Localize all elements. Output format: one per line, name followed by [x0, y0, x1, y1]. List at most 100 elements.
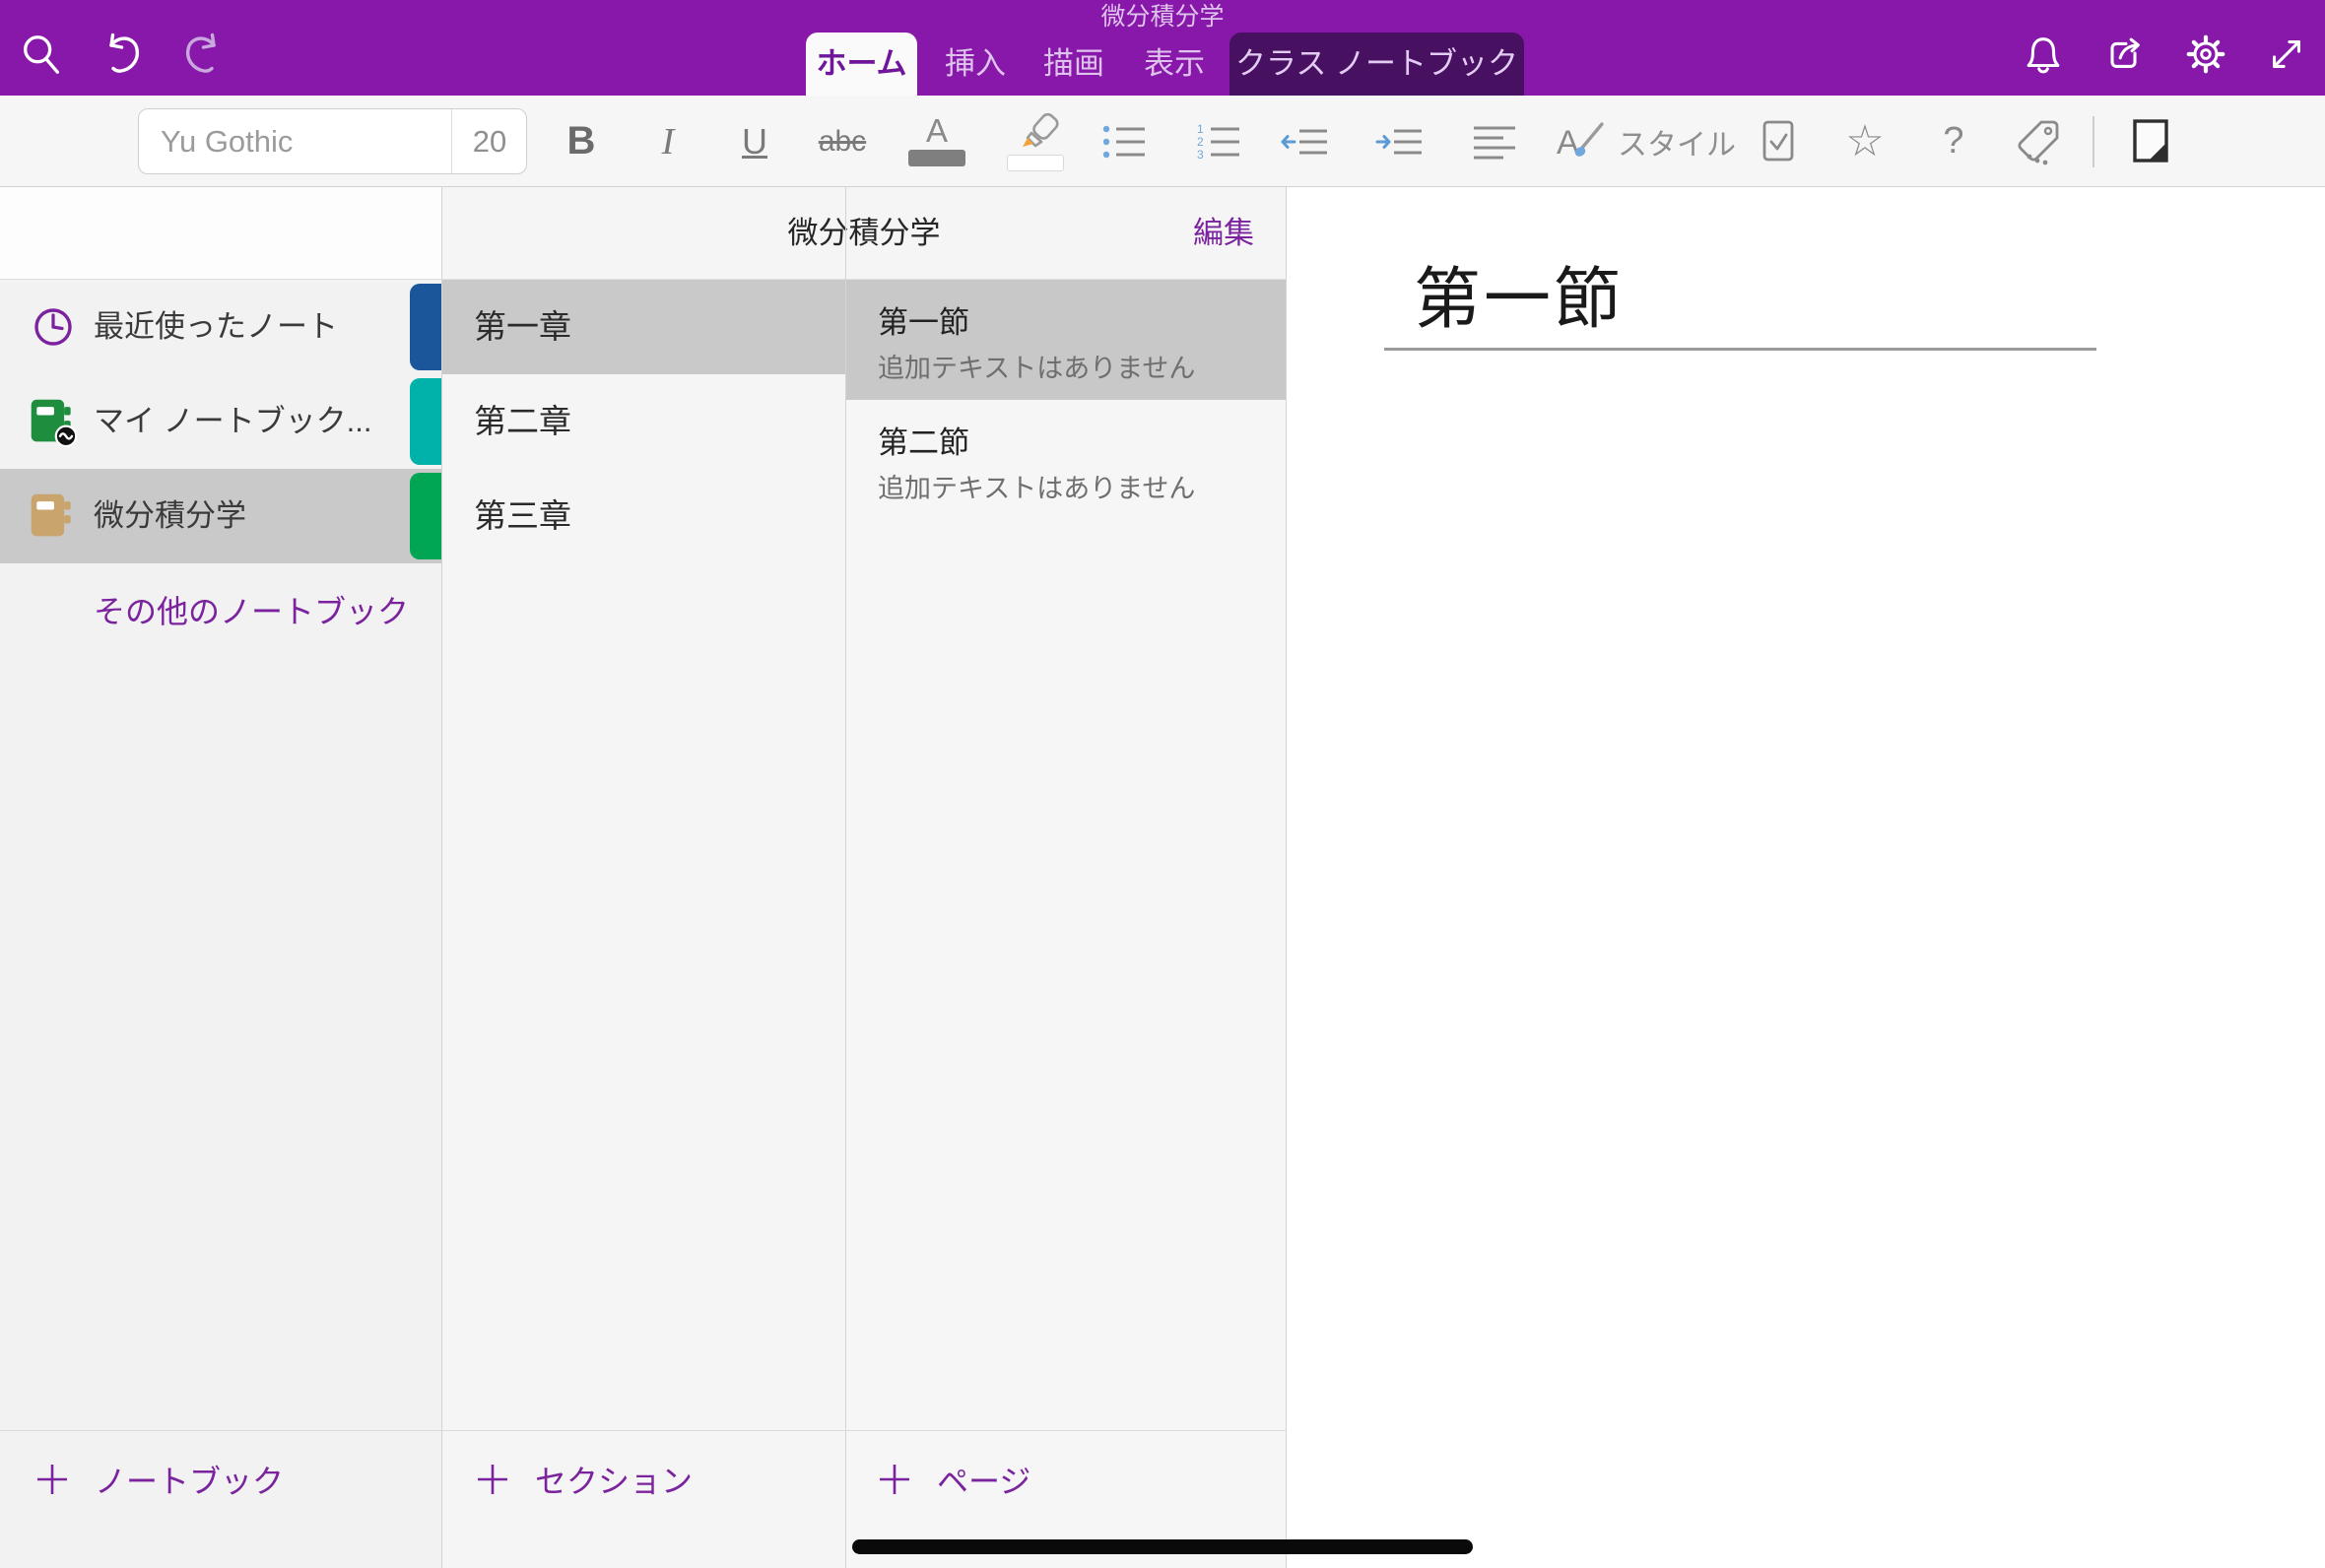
font-color-button[interactable]: A — [902, 96, 971, 187]
svg-text:1: 1 — [1197, 122, 1204, 136]
tab-insert[interactable]: 挿入 — [926, 33, 1025, 96]
page-item-section2[interactable]: 第二節 追加テキストはありません — [846, 400, 1286, 520]
undo-button[interactable] — [99, 31, 146, 78]
page-editor-canvas[interactable]: 第一節 — [1287, 187, 2325, 1568]
sidebar-item-label: マイ ノートブック... — [94, 374, 371, 469]
outdent-icon — [1280, 120, 1331, 163]
home-indicator[interactable] — [852, 1539, 1473, 1554]
add-page-button[interactable]: ページ — [878, 1432, 1030, 1527]
expand-icon — [2264, 32, 2309, 77]
bold-icon: B — [567, 119, 596, 163]
section-label: 第一章 — [474, 280, 571, 374]
sidebar-item-my-notebook[interactable]: マイ ノートブック... — [0, 374, 441, 469]
section-item-chapter2[interactable]: 第二章 — [442, 374, 845, 469]
help-button[interactable]: ? — [1921, 96, 1986, 187]
styles-icon: A — [1553, 118, 1608, 165]
svg-text:A: A — [1557, 124, 1579, 162]
formatting-toolbar: Yu Gothic 20 B I U abc A 123 — [0, 96, 2325, 187]
section-item-chapter3[interactable]: 第三章 — [442, 469, 845, 563]
section-label: 第二章 — [474, 374, 571, 469]
add-notebook-label: ノートブック — [95, 1457, 284, 1502]
document-title: 微分積分学 — [0, 2, 2325, 32]
font-name-value[interactable]: Yu Gothic — [161, 109, 293, 173]
search-button[interactable] — [18, 31, 65, 78]
sidebar-bottom-divider — [0, 1430, 441, 1431]
italic-button[interactable]: I — [638, 96, 698, 187]
styles-label: スタイル — [1618, 120, 1736, 163]
styles-button[interactable]: A スタイル — [1553, 96, 1740, 187]
highlight-button[interactable] — [1001, 96, 1070, 187]
redo-icon — [179, 31, 227, 78]
bold-button[interactable]: B — [552, 96, 611, 187]
plus-icon — [35, 1463, 69, 1496]
favorite-button[interactable]: ☆ — [1832, 96, 1897, 187]
font-size-value[interactable]: 20 — [452, 109, 527, 173]
outdent-button[interactable] — [1273, 96, 1338, 187]
notebook-header: 微分積分学 編集 — [442, 187, 1286, 280]
page-title-label: 第二節 — [878, 418, 969, 462]
add-page-label: ページ — [937, 1457, 1030, 1502]
svg-text:3: 3 — [1197, 148, 1204, 162]
bullet-list-icon — [1099, 120, 1149, 163]
notebook-color-tab — [410, 473, 441, 559]
more-notebooks-link[interactable]: その他のノートブック — [94, 587, 409, 632]
note-corner-icon — [2129, 116, 2172, 167]
align-icon — [1470, 120, 1519, 163]
gear-icon — [2183, 32, 2228, 77]
clock-icon — [28, 301, 79, 353]
section-label: 第三章 — [474, 469, 571, 563]
plus-icon — [476, 1463, 509, 1496]
add-section-button[interactable]: セクション — [476, 1432, 693, 1527]
note-container-button[interactable] — [2118, 96, 2183, 187]
help-icon: ? — [1943, 120, 1963, 163]
todo-checkbox-button[interactable] — [1746, 96, 1811, 187]
font-picker[interactable]: Yu Gothic 20 — [138, 108, 527, 174]
notebook-icon — [28, 490, 79, 542]
pages-panel: 第一節 追加テキストはありません 第二節 追加テキストはありません ページ — [846, 280, 1286, 1568]
panel-divider — [845, 187, 846, 1568]
sidebar-item-calculus[interactable]: 微分積分学 — [0, 469, 441, 563]
notebook-color-tab — [410, 284, 441, 370]
settings-button[interactable] — [2182, 31, 2229, 78]
fullscreen-button[interactable] — [2263, 31, 2310, 78]
pages-bottom-divider — [846, 1430, 1286, 1431]
share-button[interactable] — [2100, 31, 2148, 78]
tab-view[interactable]: 表示 — [1125, 33, 1224, 96]
sidebar-item-recent-notes[interactable]: 最近使ったノート — [0, 280, 441, 374]
onenote-app-window: 微分積分学 ホーム 挿入 描画 表示 クラス ノートブック Yu Gothic … — [0, 0, 2325, 1568]
redo-button[interactable] — [179, 31, 227, 78]
numbered-list-button[interactable]: 123 — [1186, 96, 1251, 187]
numbered-list-icon: 123 — [1194, 120, 1243, 163]
indent-button[interactable] — [1367, 96, 1432, 187]
strikethrough-icon: abc — [819, 125, 866, 159]
editor-page-title[interactable]: 第一節 — [1414, 244, 1624, 342]
alignment-button[interactable] — [1462, 96, 1527, 187]
underline-button[interactable]: U — [725, 96, 784, 187]
share-icon — [2101, 32, 2147, 77]
sidebar-item-label: 最近使ったノート — [94, 280, 338, 374]
highlighter-icon — [1007, 111, 1064, 171]
italic-icon: I — [662, 120, 675, 163]
edit-button[interactable]: 編集 — [1193, 187, 1254, 280]
underline-icon: U — [742, 121, 767, 163]
page-item-section1[interactable]: 第一節 追加テキストはありません — [846, 280, 1286, 400]
bullet-list-button[interactable] — [1092, 96, 1157, 187]
section-item-chapter1[interactable]: 第一章 — [442, 280, 845, 374]
sidebar-item-label: 微分積分学 — [94, 469, 246, 563]
sections-panel: 第一章 第二章 第三章 セクション — [442, 280, 845, 1568]
tab-draw[interactable]: 描画 — [1025, 33, 1123, 96]
add-notebook-button[interactable]: ノートブック — [35, 1432, 284, 1527]
bell-icon — [2021, 32, 2066, 77]
add-section-label: セクション — [535, 1457, 693, 1502]
undo-icon — [99, 31, 146, 78]
tag-icon — [2014, 117, 2063, 166]
notebook-sync-icon — [28, 396, 79, 447]
notifications-button[interactable] — [2020, 31, 2067, 78]
tab-home[interactable]: ホーム — [806, 33, 917, 96]
tag-button[interactable] — [2006, 96, 2071, 187]
page-subtitle-label: 追加テキストはありません — [878, 347, 1195, 385]
page-title-underline — [1384, 348, 2096, 351]
strikethrough-button[interactable]: abc — [808, 96, 877, 187]
tab-class-notebook[interactable]: クラス ノートブック — [1229, 33, 1524, 96]
checkbox-icon — [1757, 117, 1800, 166]
